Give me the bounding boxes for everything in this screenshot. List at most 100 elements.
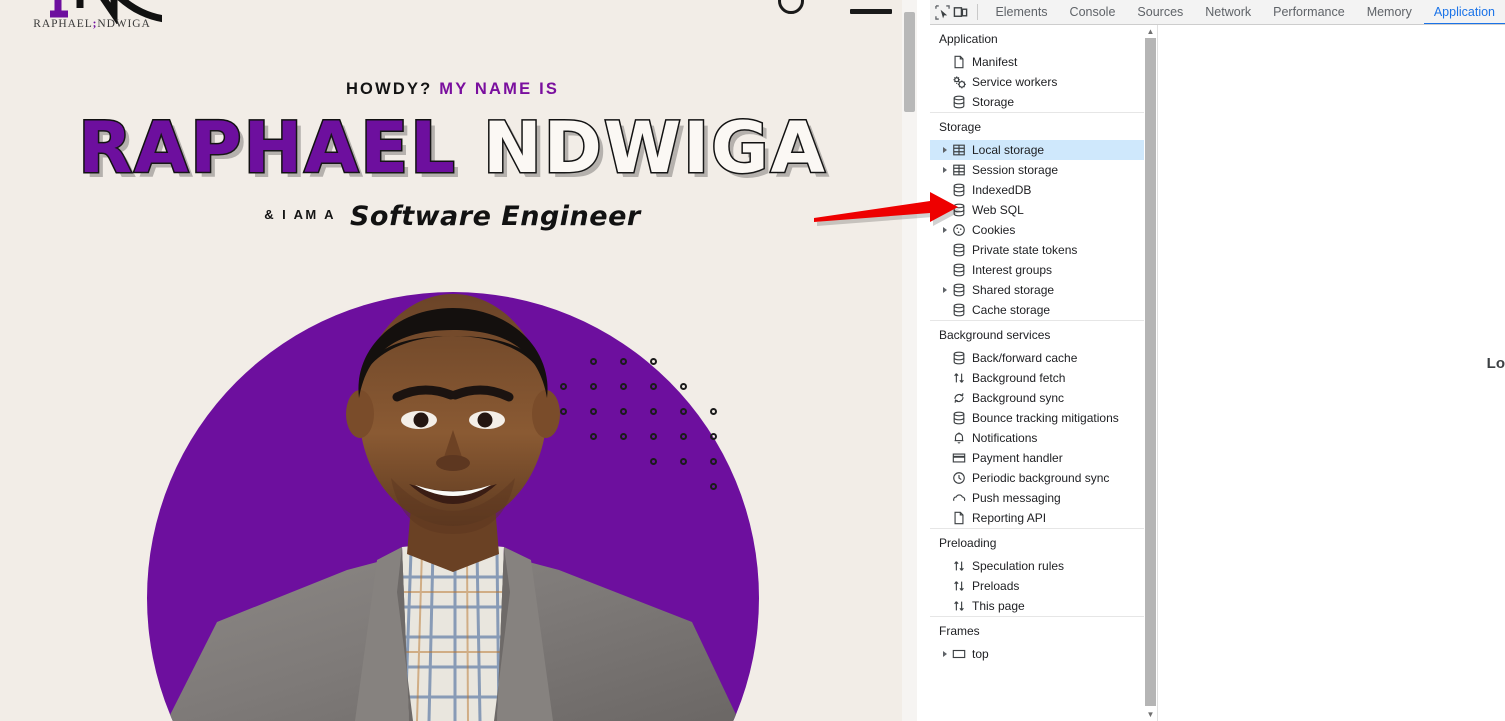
devtools-toolbar: Elements Console Sources Network Perform… [930,0,1505,25]
tab-application[interactable]: Application [1423,0,1505,24]
database-icon [951,182,967,198]
database-icon [951,302,967,318]
sidebar-item-label: Private state tokens [972,243,1078,257]
sidebar-item-background-sync[interactable]: Background sync [930,388,1145,408]
sidebar-scrollbar-thumb[interactable] [1145,38,1156,706]
arrows-updown-icon [951,578,967,594]
section-header: Background services [939,328,1051,342]
sidebar-item-label: Push messaging [972,491,1061,505]
sidebar-item-local-storage[interactable]: Local storage [930,140,1155,160]
expand-triangle-icon[interactable] [939,284,951,296]
sidebar-item-label: Speculation rules [972,559,1065,573]
sidebar-item-label: Storage [972,95,1015,109]
hero-role-prefix: & I AM A [264,207,336,222]
hero-name: RAPHAEL NDWIGA [0,112,905,185]
toolbar-divider [976,4,978,20]
expand-triangle-icon[interactable] [939,648,951,660]
tab-network[interactable]: Network [1195,0,1261,24]
sidebar-item-label: Payment handler [972,451,1063,465]
sidebar-item-notifications[interactable]: Notifications [930,428,1145,448]
tab-elements[interactable]: Elements [985,0,1057,24]
section-header: Application [939,32,998,46]
hero-role-line: & I AM A Software Engineer [0,201,905,232]
sidebar-item-top[interactable]: top [930,644,1145,664]
device-toolbar-icon[interactable] [952,1,968,23]
portrait-photo [147,292,759,721]
scroll-up-arrow-icon[interactable]: ▲ [1144,25,1157,38]
expand-triangle-icon[interactable] [939,144,951,156]
sidebar-item-manifest[interactable]: Manifest [930,52,1145,72]
table-icon [951,162,967,178]
page-scrollbar[interactable] [902,0,917,721]
inspect-element-icon[interactable] [934,1,950,23]
sidebar-item-background-fetch[interactable]: Background fetch [930,368,1145,388]
cloud-icon [951,490,967,506]
sidebar-item-label: Reporting API [972,511,1047,525]
sidebar-item-label: Periodic background sync [972,471,1110,485]
sidebar-item-push-messaging[interactable]: Push messaging [930,488,1145,508]
sidebar-item-label: Background sync [972,391,1065,405]
application-sidebar-tree: Application Manifest Service workers Storag… [930,25,1155,664]
sidebar-item-label: Background fetch [972,371,1066,385]
expand-triangle-icon[interactable] [939,164,951,176]
gears-icon [951,74,967,90]
sidebar-item-speculation-rules[interactable]: Speculation rules [930,556,1145,576]
sidebar-item-preloads[interactable]: Preloads [930,576,1145,596]
sidebar-item-cookies[interactable]: Cookies [930,220,1145,240]
sidebar-item-indexeddb[interactable]: IndexedDB [930,180,1145,200]
database-icon [951,94,967,110]
sidebar-item-reporting-api[interactable]: Reporting API [930,508,1145,528]
sidebar-section-frames: Frames top [930,616,1145,664]
sidebar-item-label: This page [972,599,1025,613]
sidebar-section-application: Application Manifest Service workers Storag… [930,25,1145,112]
greeting-plain: HOWDY? [345,80,433,98]
sidebar-item-cache-storage[interactable]: Cache storage [930,300,1145,320]
database-icon [951,202,967,218]
page-scrollbar-thumb[interactable] [904,12,915,112]
tab-memory[interactable]: Memory [1357,0,1422,24]
sidebar-item-periodic-background-sync[interactable]: Periodic background sync [930,468,1145,488]
tab-performance[interactable]: Performance [1263,0,1355,24]
sidebar-item-shared-storage[interactable]: Shared storage [930,280,1145,300]
cookie-icon [951,222,967,238]
sidebar-item-bounce-tracking-mitigations[interactable]: Bounce tracking mitigations [930,408,1145,428]
sidebar-item-payment-handler[interactable]: Payment handler [930,448,1145,468]
sidebar-item-storage[interactable]: Storage [930,92,1145,112]
sidebar-scrollbar[interactable]: ▲ ▼ [1144,25,1157,721]
sidebar-item-interest-groups[interactable]: Interest groups [930,260,1145,280]
hero-first-name: RAPHAEL [77,107,457,189]
hero-section: HOWDY? MY NAME IS RAPHAEL NDWIGA & I AM … [0,0,905,232]
sidebar-item-label: Back/forward cache [972,351,1078,365]
sidebar-section-storage: Storage Local storage Session storage Index… [930,112,1155,320]
sidebar-item-service-workers[interactable]: Service workers [930,72,1145,92]
scroll-down-arrow-icon[interactable]: ▼ [1144,708,1157,721]
tab-console[interactable]: Console [1060,0,1126,24]
expand-triangle-icon[interactable] [939,224,951,236]
hero-role: Software Engineer [349,201,641,232]
frame-icon [951,646,967,662]
sidebar-section-preloading: Preloading Speculation rules Preloads This … [930,528,1145,616]
document-icon [951,54,967,70]
database-icon [951,350,967,366]
sidebar-item-session-storage[interactable]: Session storage [930,160,1145,180]
sidebar-item-this-page[interactable]: This page [930,596,1145,616]
arrows-updown-icon [951,598,967,614]
table-icon [951,142,967,158]
sidebar-item-web-sql[interactable]: Web SQL [930,200,1145,220]
sidebar-item-private-state-tokens[interactable]: Private state tokens [930,240,1145,260]
sidebar-item-label: Bounce tracking mitigations [972,411,1119,425]
tab-sources[interactable]: Sources [1127,0,1193,24]
sidebar-item-label: Shared storage [972,283,1055,297]
sidebar-section-background-services: Background services Back/forward cache Bac… [930,320,1145,528]
sidebar-item-back-forward-cache[interactable]: Back/forward cache [930,348,1145,368]
rendered-webpage: RAPHAEL;NDWIGA HOWDY? MY NAME IS RAPHAEL… [0,0,917,721]
